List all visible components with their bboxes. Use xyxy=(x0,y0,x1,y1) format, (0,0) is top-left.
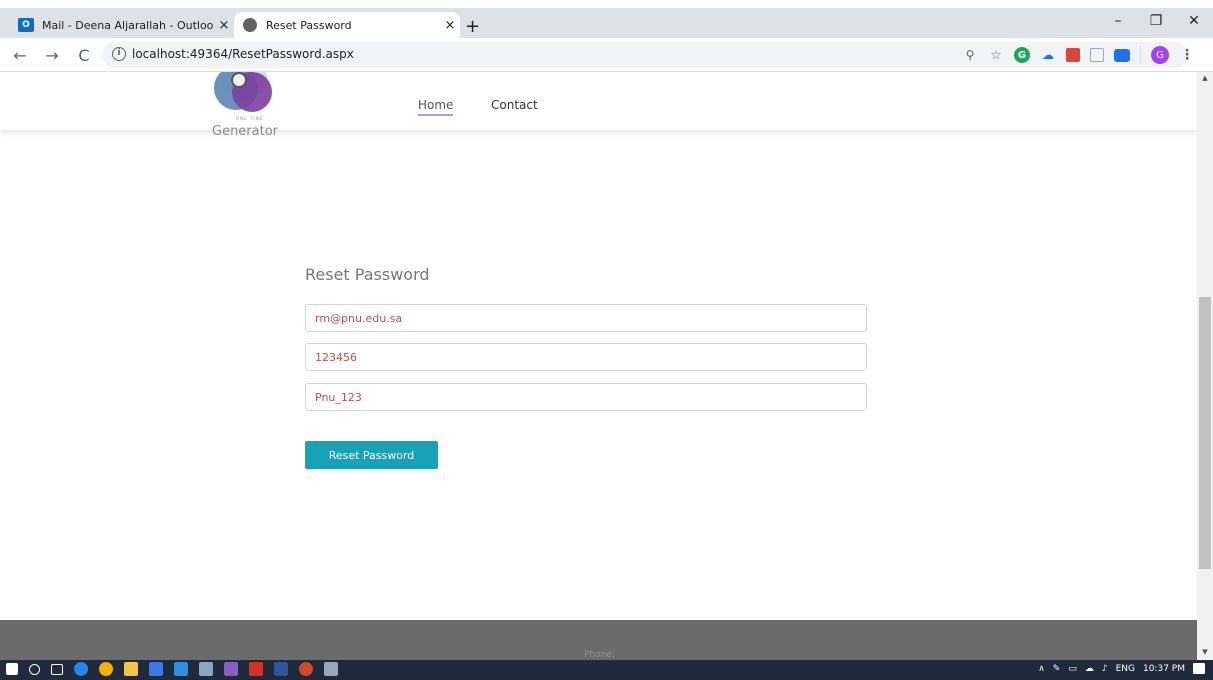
globe-icon xyxy=(242,17,258,33)
camera-extension-icon[interactable] xyxy=(1114,48,1130,62)
forward-button[interactable]: → xyxy=(40,44,64,66)
pocket-extension-icon[interactable] xyxy=(1090,48,1104,62)
page-title: Reset Password xyxy=(305,265,430,284)
bookmark-star-icon[interactable]: ☆ xyxy=(988,47,1004,63)
mail-icon[interactable] xyxy=(174,662,188,676)
powerpoint-icon[interactable] xyxy=(299,662,313,676)
logo-tagline: ONE TIME xyxy=(236,116,264,121)
grammarly-icon[interactable]: G xyxy=(1014,47,1030,63)
new-tab-button[interactable]: + xyxy=(465,16,480,37)
document-caption-strip xyxy=(0,0,1213,8)
maximize-button[interactable]: ❐ xyxy=(1137,8,1175,34)
browser-toolbar: ← → C i localhost:49364/ResetPassword.as… xyxy=(0,38,1213,72)
new-password-field[interactable] xyxy=(305,383,867,411)
language-indicator[interactable]: ENG xyxy=(1116,664,1135,674)
pen-icon[interactable]: ✎ xyxy=(1053,664,1061,674)
tab-close-icon[interactable]: × xyxy=(440,18,460,33)
scroll-up-arrow-icon[interactable]: ▲ xyxy=(1197,74,1213,84)
network-icon[interactable]: ▭ xyxy=(1068,664,1077,674)
tab-reset-password[interactable]: Reset Password × xyxy=(234,12,460,38)
minimize-button[interactable]: – xyxy=(1099,8,1137,34)
scroll-down-arrow-icon[interactable]: ▼ xyxy=(1197,648,1213,658)
tray-overflow-icon[interactable]: ∧ xyxy=(1038,664,1045,674)
chrome-icon[interactable] xyxy=(99,662,113,676)
url-text: localhost:49364/ResetPassword.aspx xyxy=(132,47,354,61)
code-field[interactable] xyxy=(305,343,867,371)
edge-icon[interactable] xyxy=(74,662,88,676)
extension-icons: ⚲ ☆ G ☁ G ⋮ xyxy=(962,46,1195,64)
word-icon[interactable] xyxy=(274,662,288,676)
browser-menu-icon[interactable]: ⋮ xyxy=(1179,47,1195,63)
toolbar-divider xyxy=(1140,46,1141,64)
app-icon[interactable] xyxy=(324,662,338,676)
tab-title: Reset Password xyxy=(266,18,352,32)
search-icon[interactable] xyxy=(29,663,40,675)
tab-title: Mail - Deena Aljarallah - Outlook xyxy=(42,18,214,32)
info-icon[interactable]: i xyxy=(112,47,126,61)
notification-icon[interactable] xyxy=(1193,663,1205,674)
email-field[interactable] xyxy=(305,304,867,332)
file-explorer-icon[interactable] xyxy=(124,662,138,676)
cloud-sync-icon[interactable]: ☁ xyxy=(1085,664,1094,674)
snipping-tool-icon[interactable] xyxy=(199,662,213,676)
page-viewport: ONE TIME Generator Home Contact Reset Pa… xyxy=(0,72,1197,660)
back-button[interactable]: ← xyxy=(8,44,32,66)
tab-close-icon[interactable]: × xyxy=(214,18,234,33)
taskbar-apps xyxy=(6,662,338,676)
reset-password-button[interactable]: Reset Password xyxy=(305,441,438,469)
app-icon[interactable] xyxy=(249,662,263,676)
store-icon[interactable] xyxy=(149,662,163,676)
profile-avatar[interactable]: G xyxy=(1151,46,1169,64)
nav-link-home[interactable]: Home xyxy=(418,98,454,116)
site-footer: Phone: xyxy=(0,620,1197,660)
tab-outlook-mail[interactable]: O Mail - Deena Aljarallah - Outlook × xyxy=(10,12,234,38)
volume-icon[interactable]: ♪ xyxy=(1102,664,1108,674)
nav-link-contact[interactable]: Contact xyxy=(491,98,538,112)
task-view-icon[interactable] xyxy=(51,663,63,675)
monitor-icon xyxy=(231,72,247,88)
close-window-button[interactable]: ✕ xyxy=(1175,8,1213,34)
reload-button[interactable]: C xyxy=(72,44,96,66)
outlook-icon: O xyxy=(18,17,34,33)
system-tray: ∧ ✎ ▭ ☁ ♪ ENG 10:37 PM xyxy=(1038,663,1205,674)
site-header: ONE TIME Generator Home Contact xyxy=(0,72,1197,139)
clock[interactable]: 10:37 PM xyxy=(1143,664,1185,674)
cloud-icon[interactable]: ☁ xyxy=(1040,47,1056,63)
visual-studio-icon[interactable] xyxy=(224,662,238,676)
scroll-thumb[interactable] xyxy=(1199,297,1211,569)
zoom-icon[interactable]: ⚲ xyxy=(962,47,978,63)
logo-text: Generator xyxy=(212,124,279,139)
pdf-extension-icon[interactable] xyxy=(1066,48,1080,62)
start-icon[interactable] xyxy=(6,663,18,675)
window-controls: – ❐ ✕ xyxy=(1099,8,1213,38)
footer-phone-label: Phone: xyxy=(584,650,615,660)
browser-tab-bar: O Mail - Deena Aljarallah - Outlook × Re… xyxy=(0,8,1213,38)
page-scrollbar[interactable]: ▲ ▼ xyxy=(1197,72,1213,660)
windows-taskbar: ∧ ✎ ▭ ☁ ♪ ENG 10:37 PM xyxy=(0,660,1213,680)
